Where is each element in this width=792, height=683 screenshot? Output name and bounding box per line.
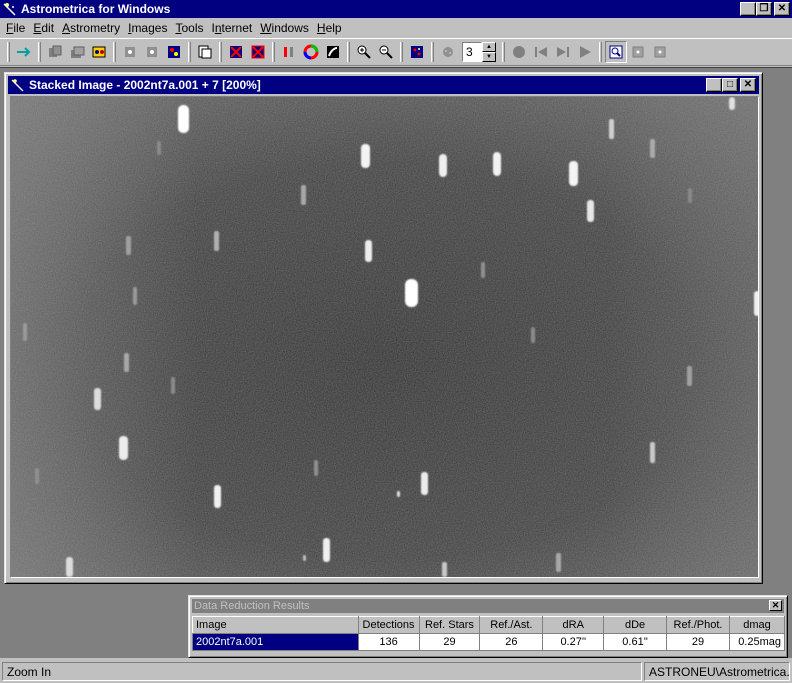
toolbar-separator	[599, 42, 602, 62]
minimize-button[interactable]: _	[740, 2, 756, 17]
column-header-dde[interactable]: dDe	[603, 616, 668, 634]
stacked-image-window[interactable]: Stacked Image - 2002nt7a.001 + 7 [200%] …	[4, 72, 763, 584]
cell-ref-phot[interactable]: 29	[666, 633, 730, 651]
clear-marks-icon[interactable]	[247, 41, 269, 63]
cell-image[interactable]: 2002nt7a.001	[192, 633, 359, 651]
results-close-button[interactable]: ✕	[769, 600, 782, 611]
statusbar: Zoom In ASTRONEU\Astrometrica.cfg	[0, 660, 792, 683]
image-info-icon[interactable]	[194, 41, 216, 63]
app-titlebar[interactable]: Astrometrica for Windows _ ❐ ✕	[0, 0, 792, 18]
zoom-in-icon[interactable]	[353, 41, 375, 63]
status-config-file: ASTRONEU\Astrometrica.cfg	[644, 662, 790, 681]
astrometrica-app-icon[interactable]	[2, 1, 18, 17]
star-chart-icon[interactable]	[163, 41, 185, 63]
column-header-dra[interactable]: dRA	[542, 616, 605, 634]
toolbar-separator	[502, 42, 505, 62]
astronomical-image[interactable]	[10, 96, 759, 578]
maximize-icon: □	[726, 79, 734, 90]
zoom-tool-icon[interactable]	[605, 41, 627, 63]
menu-file[interactable]: File	[2, 21, 29, 35]
next-icon[interactable]	[552, 41, 574, 63]
cell-ref-ast[interactable]: 26	[479, 633, 544, 651]
cell-ref-stars[interactable]: 29	[418, 633, 481, 651]
results-table: Image Detections Ref. Stars Ref./Ast. dR…	[192, 616, 786, 651]
copy-icon[interactable]	[44, 41, 66, 63]
stacked-image-title: Stacked Image - 2002nt7a.001 + 7 [200%]	[29, 78, 261, 92]
menubar: File Edit Astrometry Images Tools Intern…	[0, 19, 792, 37]
minimize-icon: _	[745, 6, 751, 17]
table-row[interactable]: 2002nt7a.001 136 29 26 0.27'' 0.61'' 29 …	[192, 633, 786, 651]
toolbar-separator	[38, 42, 41, 62]
contrast-icon[interactable]	[322, 41, 344, 63]
stack-count-stepper[interactable]: 3 ▲ ▼	[462, 42, 496, 62]
cell-dde[interactable]: 0.61''	[603, 633, 668, 651]
zoom-out-icon[interactable]	[375, 41, 397, 63]
toolbar-separator	[272, 42, 275, 62]
close-icon: ✕	[777, 3, 787, 14]
mark-objects-icon[interactable]	[225, 41, 247, 63]
toolbar-separator	[188, 42, 191, 62]
image-window-icon[interactable]	[11, 78, 25, 92]
menu-images[interactable]: Images	[124, 21, 171, 35]
spin-down-icon[interactable]: ▼	[482, 52, 496, 62]
tool-b-icon[interactable]	[649, 41, 671, 63]
spin-up-icon[interactable]: ▲	[482, 42, 496, 52]
tool-a-icon[interactable]	[627, 41, 649, 63]
close-icon: ✕	[743, 79, 753, 90]
restore-button[interactable]: ❐	[756, 2, 772, 16]
cell-detections[interactable]: 136	[357, 633, 420, 651]
blink-icon[interactable]	[88, 41, 110, 63]
toolbar-separator	[113, 42, 116, 62]
cell-dmag[interactable]: 0.25mag	[728, 633, 786, 651]
close-icon: ✕	[771, 600, 780, 610]
toolbar-separator	[431, 42, 434, 62]
menu-windows[interactable]: Windows	[256, 21, 313, 35]
column-header-dmag[interactable]: dmag	[728, 616, 786, 634]
column-header-ref-stars[interactable]: Ref. Stars	[418, 616, 481, 634]
image-close-button[interactable]: ✕	[740, 78, 756, 92]
column-header-image[interactable]: Image	[192, 616, 359, 634]
status-hint: Zoom In	[2, 662, 642, 681]
toolbar-separator	[400, 42, 403, 62]
color-wheel-icon[interactable]	[300, 41, 322, 63]
menu-astrometry[interactable]: Astrometry	[58, 21, 124, 35]
image-minimize-button[interactable]: _	[706, 78, 722, 93]
sky-noise	[11, 97, 758, 577]
menu-help[interactable]: Help	[313, 21, 346, 35]
results-titlebar[interactable]: Data Reduction Results ✕	[192, 599, 784, 613]
previous-icon[interactable]	[530, 41, 552, 63]
mdi-workspace: Stacked Image - 2002nt7a.001 + 7 [200%] …	[0, 67, 792, 658]
image-maximize-button[interactable]: □	[722, 78, 738, 92]
column-header-ref-phot[interactable]: Ref./Phot.	[666, 616, 730, 634]
menu-internet[interactable]: Internet	[207, 21, 256, 35]
toolbar-separator	[219, 42, 222, 62]
redo-icon[interactable]	[13, 41, 35, 63]
toolbar-grip[interactable]	[7, 42, 10, 62]
stacked-image-titlebar[interactable]: Stacked Image - 2002nt7a.001 + 7 [200%] …	[8, 76, 759, 94]
moving-object-icon[interactable]	[406, 41, 428, 63]
data-reduction-results-window[interactable]: Data Reduction Results ✕ Image Detection…	[188, 595, 788, 658]
column-header-ref-ast[interactable]: Ref./Ast.	[479, 616, 544, 634]
minimize-icon: _	[711, 82, 717, 93]
play-icon[interactable]	[574, 41, 596, 63]
reference-stars-icon[interactable]	[278, 41, 300, 63]
menu-edit[interactable]: Edit	[29, 21, 58, 35]
stop-icon[interactable]	[508, 41, 530, 63]
menu-tools[interactable]: Tools	[171, 21, 207, 35]
cell-dra[interactable]: 0.27''	[542, 633, 605, 651]
results-header-row: Image Detections Ref. Stars Ref./Ast. dR…	[192, 616, 786, 634]
settings-a-icon[interactable]	[119, 41, 141, 63]
close-button[interactable]: ✕	[774, 2, 790, 16]
results-title: Data Reduction Results	[194, 600, 310, 612]
stack-count-field[interactable]: 3	[462, 42, 482, 62]
app-title: Astrometrica for Windows	[21, 2, 171, 16]
column-header-detections[interactable]: Detections	[357, 616, 420, 634]
restore-icon: ❐	[759, 3, 769, 14]
settings-b-icon[interactable]	[141, 41, 163, 63]
toolbar-separator	[347, 42, 350, 62]
stacked-image-canvas[interactable]	[11, 97, 758, 577]
track-and-stack-icon[interactable]	[437, 41, 459, 63]
toolbar: 3 ▲ ▼	[0, 38, 792, 66]
stack-images-icon[interactable]	[66, 41, 88, 63]
